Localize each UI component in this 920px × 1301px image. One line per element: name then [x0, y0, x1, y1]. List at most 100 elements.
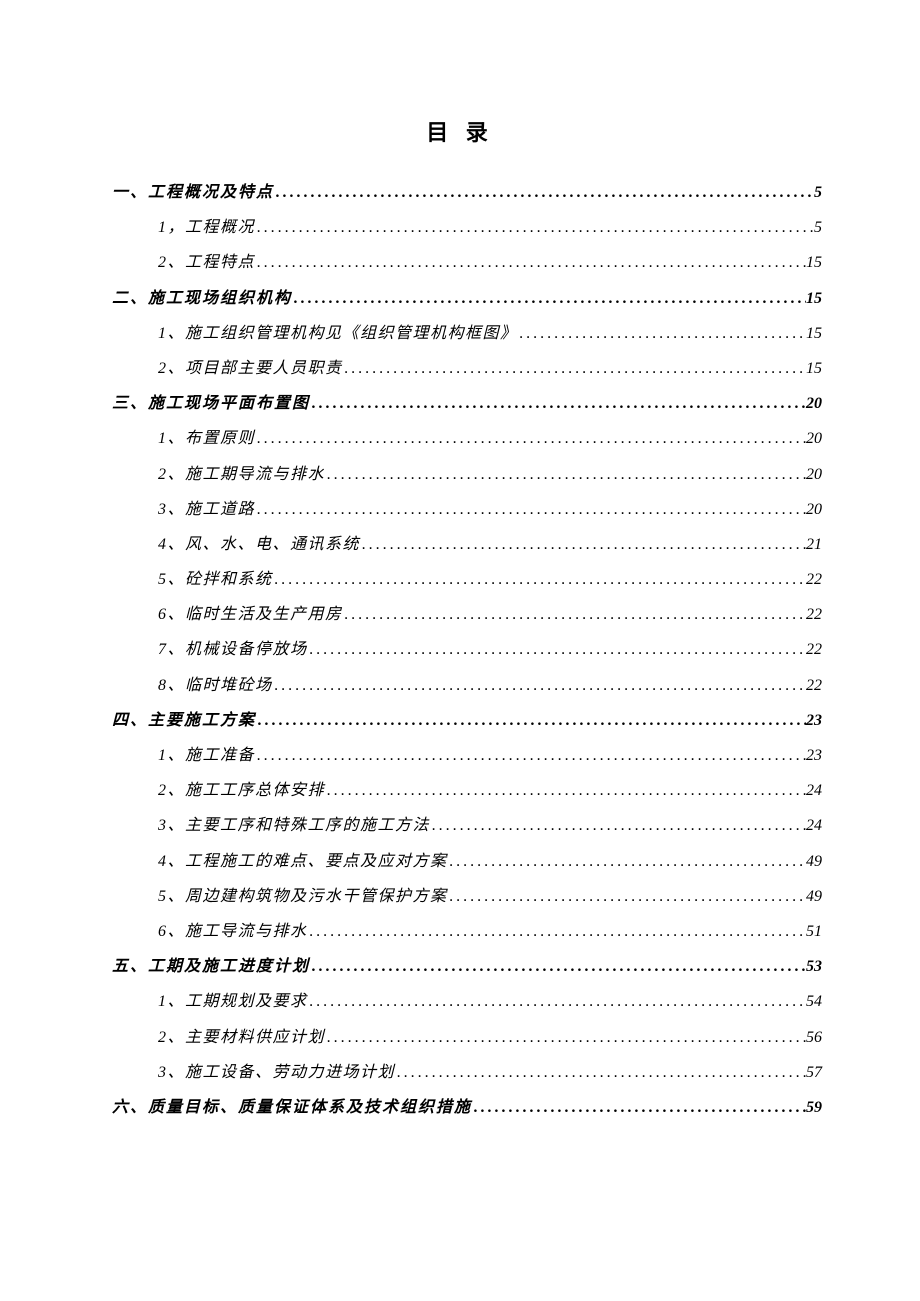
toc-page-number: 21 [806, 527, 822, 562]
toc-entry: 6、临时生活及生产用房 22 [98, 597, 822, 632]
toc-entry: 1、施工准备 23 [98, 738, 822, 773]
toc-label: 二、施工现场组织机构 [112, 281, 292, 316]
toc-page-number: 54 [806, 984, 822, 1019]
toc-label: 1，工程概况 [158, 210, 255, 245]
toc-leader-dots [448, 879, 806, 914]
toc-label: 1、施工准备 [158, 738, 255, 773]
toc-label: 3、主要工序和特殊工序的施工方法 [158, 808, 430, 843]
toc-leader-dots [255, 421, 806, 456]
toc-entry: 一、工程概况及特点 5 [98, 175, 822, 210]
toc-label: 5、砼拌和系统 [158, 562, 273, 597]
toc-leader-dots [325, 1020, 806, 1055]
toc-label: 1、施工组织管理机构见《组织管理机构框图》 [158, 316, 518, 351]
toc-leader-dots [273, 668, 806, 703]
toc-label: 六、质量目标、质量保证体系及技术组织措施 [112, 1090, 472, 1125]
toc-page-number: 24 [806, 773, 822, 808]
toc-page-number: 20 [806, 492, 822, 527]
toc-label: 3、施工设备、劳动力进场计划 [158, 1055, 395, 1090]
toc-leader-dots [472, 1090, 806, 1125]
toc-leader-dots [310, 386, 806, 421]
toc-page-number: 15 [806, 316, 822, 351]
toc-leader-dots [310, 949, 806, 984]
toc-label: 1、布置原则 [158, 421, 255, 456]
toc-label: 7、机械设备停放场 [158, 632, 308, 667]
toc-leader-dots [308, 632, 806, 667]
toc-leader-dots [255, 210, 814, 245]
toc-label: 1、工期规划及要求 [158, 984, 308, 1019]
toc-page-number: 15 [806, 351, 822, 386]
toc-entry: 三、施工现场平面布置图20 [98, 386, 822, 421]
toc-label: 6、施工导流与排水 [158, 914, 308, 949]
toc-page-number: 23 [806, 738, 822, 773]
toc-entry: 五、工期及施工进度计划 53 [98, 949, 822, 984]
toc-entry: 3、施工设备、劳动力进场计划 57 [98, 1055, 822, 1090]
toc-leader-dots [343, 597, 806, 632]
toc-page-number: 20 [806, 457, 822, 492]
toc-page-number: 20 [806, 421, 822, 456]
toc-entry: 1、布置原则 20 [98, 421, 822, 456]
toc-page-number: 5 [814, 175, 822, 210]
toc-page-number: 22 [806, 562, 822, 597]
toc-entry: 5、砼拌和系统 22 [98, 562, 822, 597]
table-of-contents: 一、工程概况及特点51，工程概况52、工程特点15二、施工现场组织机构151、施… [98, 175, 822, 1125]
toc-label: 三、施工现场平面布置图 [112, 386, 310, 421]
toc-page-number: 57 [806, 1055, 822, 1090]
toc-leader-dots [255, 245, 806, 280]
toc-label: 6、临时生活及生产用房 [158, 597, 343, 632]
toc-entry: 8、临时堆砼场 22 [98, 668, 822, 703]
toc-label: 2、工程特点 [158, 245, 255, 280]
toc-entry: 6、施工导流与排水 51 [98, 914, 822, 949]
toc-page-number: 15 [806, 281, 822, 316]
toc-label: 2、项目部主要人员职责 [158, 351, 343, 386]
toc-label: 8、临时堆砼场 [158, 668, 273, 703]
toc-page-number: 5 [814, 210, 822, 245]
toc-entry: 4、风、水、电、通讯系统 21 [98, 527, 822, 562]
toc-page-number: 49 [806, 879, 822, 914]
toc-page-number: 22 [806, 597, 822, 632]
toc-leader-dots [395, 1055, 806, 1090]
toc-entry: 2、项目部主要人员职责 15 [98, 351, 822, 386]
toc-leader-dots [255, 492, 806, 527]
toc-leader-dots [325, 773, 806, 808]
toc-leader-dots [360, 527, 806, 562]
toc-leader-dots [292, 281, 806, 316]
toc-label: 4、工程施工的难点、要点及应对方案 [158, 844, 448, 879]
toc-entry: 7、机械设备停放场 22 [98, 632, 822, 667]
toc-page-number: 49 [806, 844, 822, 879]
toc-label: 2、施工期导流与排水 [158, 457, 325, 492]
toc-page-number: 56 [806, 1020, 822, 1055]
toc-page-number: 59 [806, 1090, 822, 1125]
toc-leader-dots [308, 984, 806, 1019]
toc-leader-dots [274, 175, 814, 210]
toc-entry: 4、工程施工的难点、要点及应对方案 49 [98, 844, 822, 879]
toc-label: 4、风、水、电、通讯系统 [158, 527, 360, 562]
toc-leader-dots [430, 808, 806, 843]
toc-label: 五、工期及施工进度计划 [112, 949, 310, 984]
toc-entry: 六、质量目标、质量保证体系及技术组织措施 59 [98, 1090, 822, 1125]
toc-page-number: 51 [806, 914, 822, 949]
toc-page-number: 15 [806, 245, 822, 280]
toc-leader-dots [343, 351, 806, 386]
toc-entry: 3、主要工序和特殊工序的施工方法 24 [98, 808, 822, 843]
page-title: 目 录 [98, 115, 822, 147]
toc-entry: 3、施工道路 20 [98, 492, 822, 527]
toc-page-number: 22 [806, 632, 822, 667]
toc-page-number: 22 [806, 668, 822, 703]
toc-label: 2、主要材料供应计划 [158, 1020, 325, 1055]
toc-page-number: 23 [806, 703, 822, 738]
toc-entry: 1、施工组织管理机构见《组织管理机构框图》 15 [98, 316, 822, 351]
toc-page-number: 53 [806, 949, 822, 984]
toc-label: 一、工程概况及特点 [112, 175, 274, 210]
toc-entry: 2、施工工序总体安排 24 [98, 773, 822, 808]
toc-entry: 5、周边建构筑物及污水干管保护方案49 [98, 879, 822, 914]
toc-entry: 1、工期规划及要求 54 [98, 984, 822, 1019]
toc-entry: 1，工程概况 5 [98, 210, 822, 245]
toc-label: 3、施工道路 [158, 492, 255, 527]
toc-leader-dots [308, 914, 806, 949]
toc-page-number: 24 [806, 808, 822, 843]
toc-label: 2、施工工序总体安排 [158, 773, 325, 808]
toc-leader-dots [256, 703, 806, 738]
toc-entry: 2、工程特点 15 [98, 245, 822, 280]
toc-entry: 二、施工现场组织机构 15 [98, 281, 822, 316]
toc-leader-dots [518, 316, 806, 351]
